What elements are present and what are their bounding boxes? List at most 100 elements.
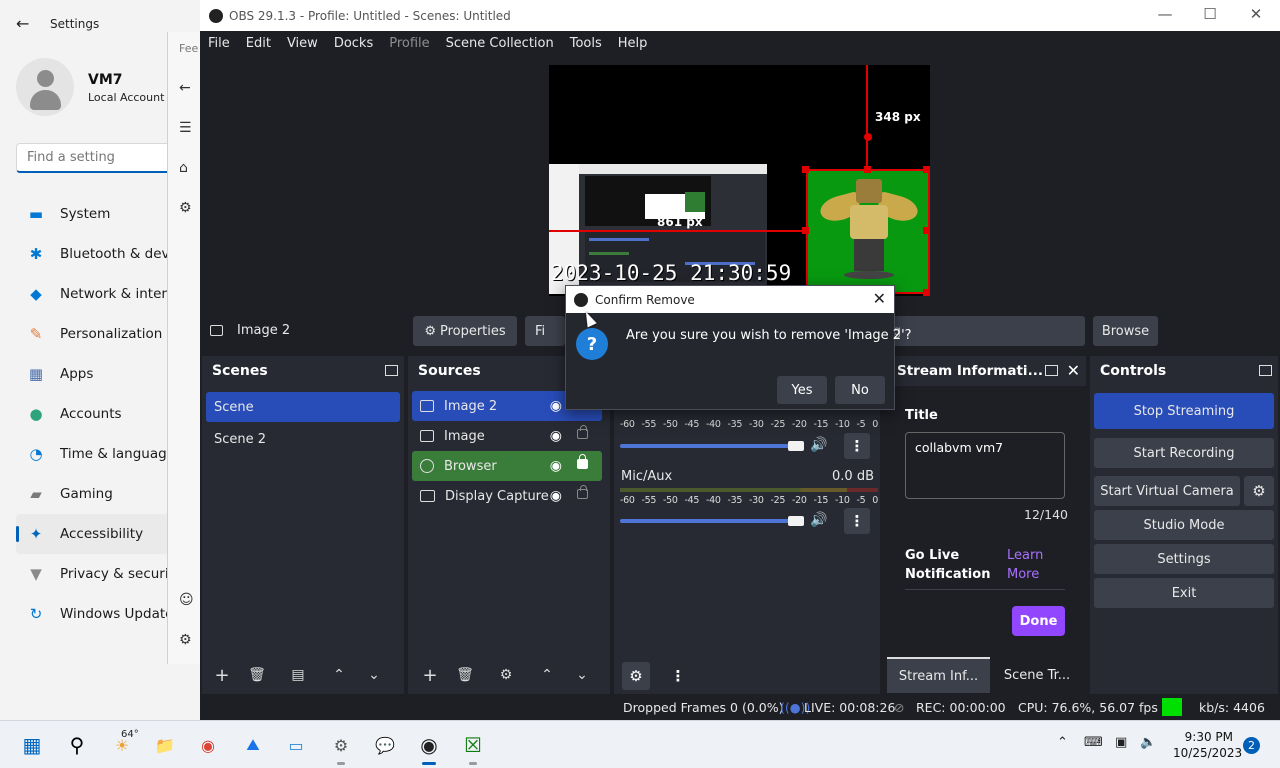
eye-icon[interactable]: ◉ <box>550 488 562 504</box>
xbox-icon[interactable]: ☒ <box>461 733 485 757</box>
move-up-icon[interactable]: ⌃ <box>325 661 353 689</box>
mixer-more-icon[interactable]: ⋮ <box>664 662 692 690</box>
back-arrow-icon[interactable]: ← <box>179 80 191 96</box>
tab-scene-transitions[interactable]: Scene Tr... <box>994 657 1080 693</box>
close-icon[interactable]: ✕ <box>1246 5 1266 23</box>
menu-item[interactable]: Profile <box>389 36 429 51</box>
source-item[interactable]: Browser ◉ <box>412 451 602 481</box>
exit-button[interactable]: Exit <box>1094 578 1274 608</box>
volume-slider[interactable] <box>620 519 798 523</box>
close-icon[interactable]: ✕ <box>1067 361 1080 380</box>
gear-icon[interactable]: ⚙ <box>179 632 192 648</box>
volume-icon[interactable]: 🔈 <box>1140 735 1156 750</box>
mixer-menu-icon[interactable]: ⋮ <box>844 508 870 534</box>
search-icon[interactable]: ⚲ <box>65 733 89 757</box>
menu-item[interactable]: Docks <box>334 36 373 51</box>
close-icon[interactable]: ✕ <box>873 289 886 308</box>
move-up-icon[interactable]: ⌃ <box>533 661 561 689</box>
stop-streaming-button[interactable]: Stop Streaming <box>1094 393 1274 429</box>
add-scene-icon[interactable]: + <box>208 661 236 689</box>
tab-stream-info[interactable]: Stream Inf... <box>887 657 990 693</box>
user-settings-icon[interactable]: ⚙ <box>179 200 192 216</box>
start-recording-button[interactable]: Start Recording <box>1094 438 1274 468</box>
virtual-camera-settings-icon[interactable]: ⚙ <box>1244 476 1274 506</box>
float-dock-icon[interactable] <box>1045 365 1058 376</box>
float-dock-icon[interactable] <box>1259 365 1272 376</box>
back-arrow-icon[interactable]: ← <box>16 14 29 33</box>
meter-tick-label: -40 <box>706 495 721 506</box>
browse-button[interactable]: Browse <box>1093 316 1158 346</box>
speaker-icon[interactable]: 🔊 <box>810 512 827 528</box>
notification-badge[interactable]: 2 <box>1243 737 1260 754</box>
menu-item[interactable]: Tools <box>570 36 602 51</box>
mixer-settings-icon[interactable]: ⚙ <box>622 662 650 690</box>
settings-app-icon[interactable]: ⚙ <box>329 733 353 757</box>
minimize-icon[interactable]: — <box>1155 5 1175 23</box>
chat-icon[interactable]: 💬 <box>373 733 397 757</box>
hamburger-icon[interactable]: ☰ <box>179 120 192 136</box>
account-icon[interactable]: ☺ <box>179 592 194 608</box>
file-explorer-icon[interactable]: 📁 <box>153 733 177 757</box>
network-icon[interactable]: ▣ <box>1115 735 1127 750</box>
url-field[interactable]: g <box>885 316 1085 346</box>
stream-title-input[interactable]: collabvm vm7 <box>905 432 1065 499</box>
scene-filters-icon[interactable]: ▤ <box>284 661 312 689</box>
remote-desktop-icon[interactable]: ▭ <box>284 733 308 757</box>
menu-item[interactable]: View <box>287 36 318 51</box>
source-item[interactable]: Display Capture ◉ <box>412 481 602 511</box>
scene-item[interactable]: Scene 2 <box>206 424 400 454</box>
move-down-icon[interactable]: ⌄ <box>360 661 388 689</box>
volume-slider[interactable] <box>620 444 798 448</box>
clock[interactable]: 9:30 PM 10/25/2023 <box>1173 729 1242 761</box>
photos-icon[interactable]: ⛰ <box>241 733 265 757</box>
learn-more-link[interactable]: Learn More <box>1007 546 1052 584</box>
done-button[interactable]: Done <box>1012 606 1065 636</box>
unlock-icon[interactable] <box>577 425 588 439</box>
chrome-icon[interactable]: ◉ <box>196 733 220 757</box>
avatar[interactable] <box>16 58 74 116</box>
menu-item[interactable]: Scene Collection <box>446 36 554 51</box>
preview-canvas[interactable]: 2023-10-25 21:30:59 348 px 861 px <box>549 65 930 296</box>
obs-taskbar-icon[interactable]: ◉ <box>417 733 441 757</box>
float-dock-icon[interactable] <box>385 365 398 376</box>
remove-scene-icon[interactable]: 🗑 <box>243 661 271 689</box>
yes-button[interactable]: Yes <box>777 376 827 404</box>
menu-item[interactable]: File <box>208 36 230 51</box>
maximize-icon[interactable]: ☐ <box>1200 5 1220 23</box>
running-indicator <box>469 762 477 765</box>
move-down-icon[interactable]: ⌄ <box>568 661 596 689</box>
resize-handle[interactable] <box>802 166 809 173</box>
speaker-icon[interactable]: 🔊 <box>810 437 827 453</box>
eye-icon[interactable]: ◉ <box>550 428 562 444</box>
menu-item[interactable]: Edit <box>246 36 271 51</box>
settings-button[interactable]: Settings <box>1094 544 1274 574</box>
resize-handle[interactable] <box>864 166 871 173</box>
resize-handle[interactable] <box>923 166 930 173</box>
no-button[interactable]: No <box>835 376 885 404</box>
volume-slider-knob[interactable] <box>788 516 804 526</box>
eye-icon[interactable]: ◉ <box>550 398 562 414</box>
lock-icon[interactable] <box>577 454 588 469</box>
remove-source-icon[interactable]: 🗑 <box>451 661 479 689</box>
studio-mode-button[interactable]: Studio Mode <box>1094 510 1274 540</box>
source-properties-icon[interactable]: ⚙ <box>492 661 520 689</box>
add-source-icon[interactable]: + <box>416 661 444 689</box>
resize-handle[interactable] <box>923 227 930 234</box>
home-icon[interactable]: ⌂ <box>179 160 188 176</box>
volume-slider-knob[interactable] <box>788 441 804 451</box>
eye-icon[interactable]: ◉ <box>550 458 562 474</box>
properties-button[interactable]: ⚙ Properties <box>413 316 517 346</box>
start-virtual-camera-button[interactable]: Start Virtual Camera <box>1094 476 1240 506</box>
chevron-up-icon[interactable]: ⌃ <box>1057 735 1068 750</box>
resize-handle[interactable] <box>802 227 809 234</box>
resize-handle[interactable] <box>923 289 930 296</box>
scene-item[interactable]: Scene <box>206 392 400 422</box>
unlock-icon[interactable] <box>577 485 588 499</box>
start-icon[interactable]: ▦ <box>20 733 44 757</box>
filters-button[interactable]: Fi <box>525 316 565 346</box>
selected-image-source[interactable] <box>806 169 930 294</box>
menu-item[interactable]: Help <box>618 36 648 51</box>
source-item[interactable]: Image ◉ <box>412 421 602 451</box>
keyboard-icon[interactable]: ⌨ <box>1084 735 1103 750</box>
mixer-menu-icon[interactable]: ⋮ <box>844 433 870 459</box>
